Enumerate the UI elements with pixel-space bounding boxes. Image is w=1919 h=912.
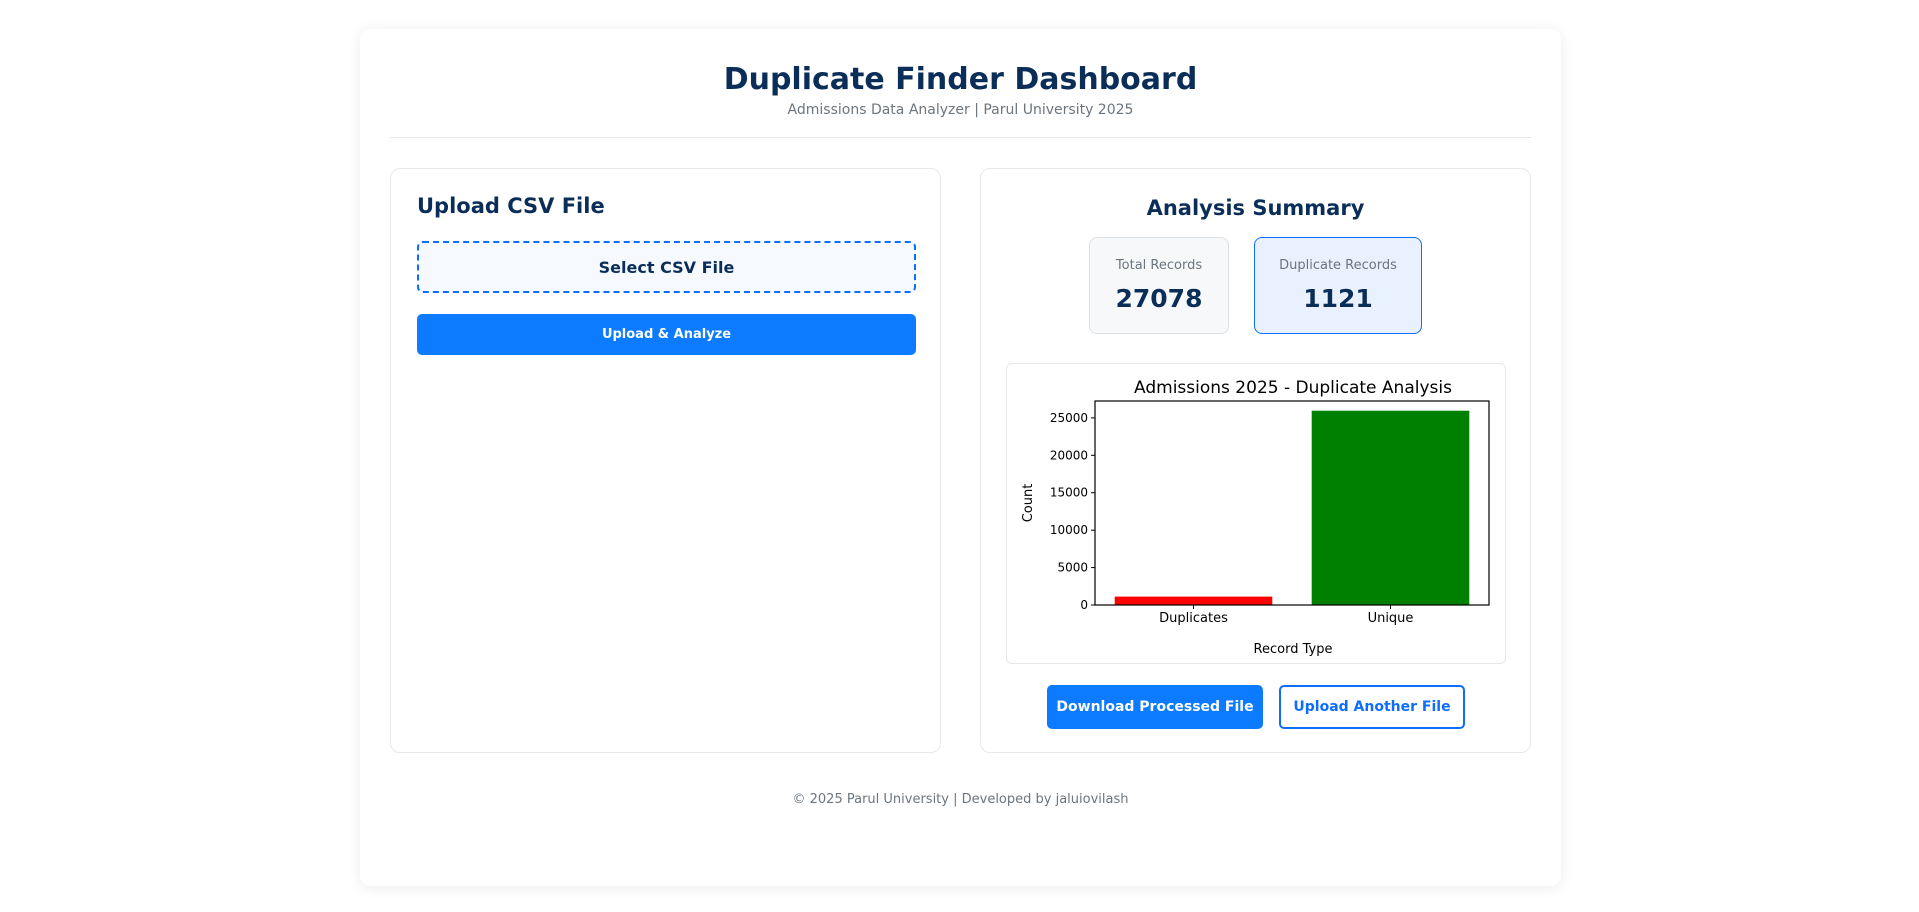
x-tick-label: Duplicates [1159, 611, 1228, 626]
page-subtitle: Admissions Data Analyzer | Parul Univers… [787, 102, 1134, 118]
x-tick-label: Unique [1368, 611, 1414, 626]
total-records-label: Total Records [1115, 258, 1203, 273]
bar-chart: Admissions 2025 - Duplicate Analysis Cou… [1021, 378, 1490, 657]
y-tick-label: 20000 [1050, 448, 1088, 462]
chart-title: Admissions 2025 - Duplicate Analysis [1134, 378, 1452, 398]
y-tick-label: 10000 [1050, 523, 1088, 537]
y-tick-label: 5000 [1057, 561, 1088, 575]
upload-panel: Upload CSV File Select CSV File Upload &… [390, 168, 941, 753]
plot-area: Duplicates Unique 0 5000 10000 15000 20000 2500… [1050, 400, 1490, 626]
y-tick-label: 25000 [1050, 411, 1088, 425]
duplicate-records-value: 1121 [1303, 284, 1373, 313]
upload-analyze-button[interactable]: Upload & Analyze [417, 314, 916, 355]
header: Duplicate Finder Dashboard Admissions Da… [390, 29, 1531, 138]
summary-title: Analysis Summary [1146, 196, 1365, 220]
summary-panel: Analysis Summary Total Records 27078 Dup… [980, 168, 1531, 753]
total-records-card: Total Records 27078 [1089, 237, 1229, 334]
bar-duplicates [1114, 596, 1273, 605]
upload-title: Upload CSV File [417, 194, 605, 218]
upload-another-file-button[interactable]: Upload Another File [1279, 685, 1465, 729]
y-tick-label: 15000 [1050, 486, 1088, 500]
x-axis-label: Record Type [1254, 642, 1333, 657]
total-records-value: 27078 [1115, 284, 1203, 313]
chart-container: Admissions 2025 - Duplicate Analysis Cou… [1006, 363, 1506, 664]
y-axis-label: Count [1021, 484, 1036, 523]
duplicate-records-label: Duplicate Records [1279, 258, 1397, 273]
footer: © 2025 Parul University | Developed by j… [792, 792, 1129, 807]
download-processed-file-button[interactable]: Download Processed File [1047, 685, 1263, 729]
page-title: Duplicate Finder Dashboard [723, 62, 1198, 97]
y-tick-label: 0 [1080, 598, 1088, 612]
select-csv-file-button[interactable]: Select CSV File [417, 241, 916, 293]
dashboard-card: Duplicate Finder Dashboard Admissions Da… [360, 29, 1561, 886]
bar-unique [1311, 410, 1470, 605]
duplicate-records-card: Duplicate Records 1121 [1254, 237, 1422, 334]
